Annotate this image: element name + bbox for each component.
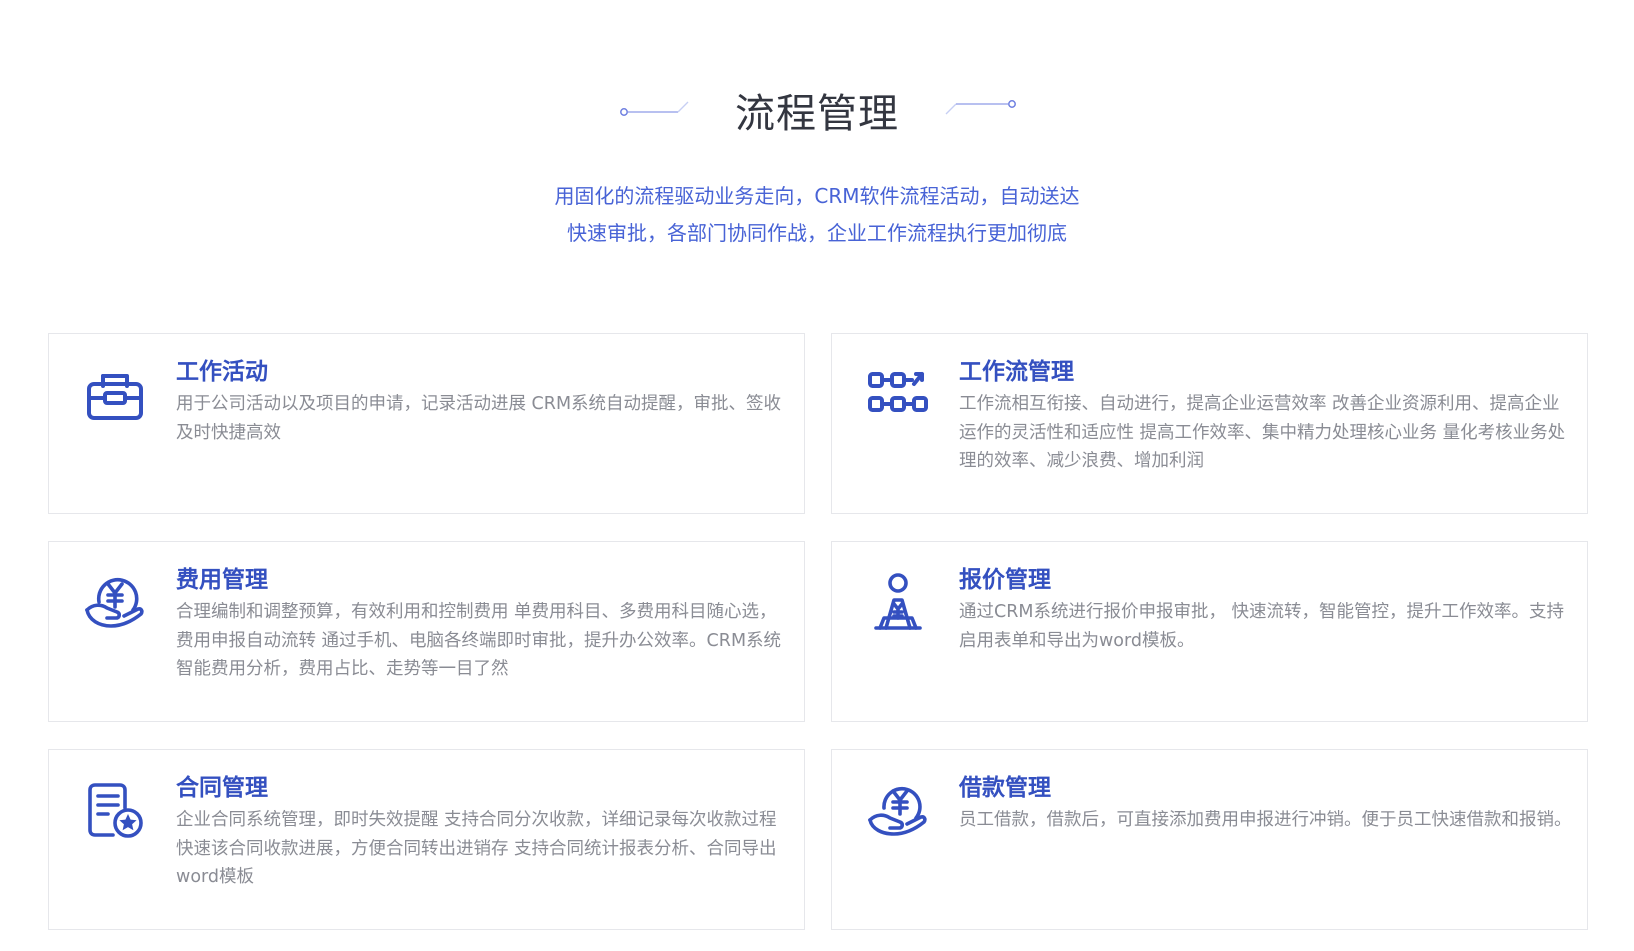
section-subtitle-line2: 快速审批，各部门协同作战，企业工作流程执行更加彻底 bbox=[567, 221, 1067, 245]
card-expense[interactable]: 费用管理 合理编制和调整预算，有效利用和控制费用 单费用科目、多费用科目随心选，… bbox=[48, 541, 805, 722]
hand-yen-icon bbox=[85, 577, 144, 628]
loan-yen-icon bbox=[868, 787, 927, 836]
card-loan[interactable]: 借款管理 员工借款，借款后，可直接添加费用申报进行冲销。便于员工快速借款和报销。 bbox=[831, 749, 1588, 930]
person-yen-icon bbox=[874, 573, 922, 630]
section-subtitle-line1: 用固化的流程驱动业务走向，CRM软件流程活动，自动送达 bbox=[554, 184, 1080, 208]
card-title: 合同管理 bbox=[176, 775, 268, 801]
card-description: 企业合同系统管理，即时失效提醒 支持合同分次收款，详细记录每次收款过程 快速该合… bbox=[176, 810, 777, 887]
card-workflow[interactable]: 工作流管理 工作流相互衔接、自动进行，提高企业运营效率 改善企业资源利用、提高企… bbox=[831, 333, 1588, 514]
title-decoration-right bbox=[945, 100, 1016, 115]
card-description: 员工借款，借款后，可直接添加费用申报进行冲销。便于员工快速借款和报销。 bbox=[959, 810, 1572, 830]
toolbox-icon bbox=[87, 374, 143, 420]
workflow-icon bbox=[868, 372, 928, 412]
card-title: 报价管理 bbox=[959, 567, 1051, 593]
card-title: 费用管理 bbox=[176, 567, 268, 593]
card-description: 用于公司活动以及项目的申请，记录活动进展 CRM系统自动提醒，审批、签收及时快捷… bbox=[176, 394, 782, 443]
contract-star-icon bbox=[88, 783, 143, 838]
card-title: 工作活动 bbox=[176, 359, 268, 385]
card-contract[interactable]: 合同管理 企业合同系统管理，即时失效提醒 支持合同分次收款，详细记录每次收款过程… bbox=[48, 749, 805, 930]
card-quotation[interactable]: 报价管理 通过CRM系统进行报价申报审批， 快速流转，智能管控，提升工作效率。支… bbox=[831, 541, 1588, 722]
card-work-activity[interactable]: 工作活动 用于公司活动以及项目的申请，记录活动进展 CRM系统自动提醒，审批、签… bbox=[48, 333, 805, 514]
section-title: 流程管理 bbox=[735, 91, 899, 137]
card-description: 工作流相互衔接、自动进行，提高企业运营效率 改善企业资源利用、提高企业运作的灵活… bbox=[959, 394, 1566, 471]
card-description: 合理编制和调整预算，有效利用和控制费用 单费用科目、多费用科目随心选，费用申报自… bbox=[176, 602, 782, 679]
title-row: 流程管理 bbox=[0, 88, 1634, 140]
card-title: 工作流管理 bbox=[959, 359, 1074, 385]
card-title: 借款管理 bbox=[959, 775, 1051, 801]
card-description: 通过CRM系统进行报价申报审批， 快速流转，智能管控，提升工作效率。支持启用表单… bbox=[959, 602, 1565, 651]
